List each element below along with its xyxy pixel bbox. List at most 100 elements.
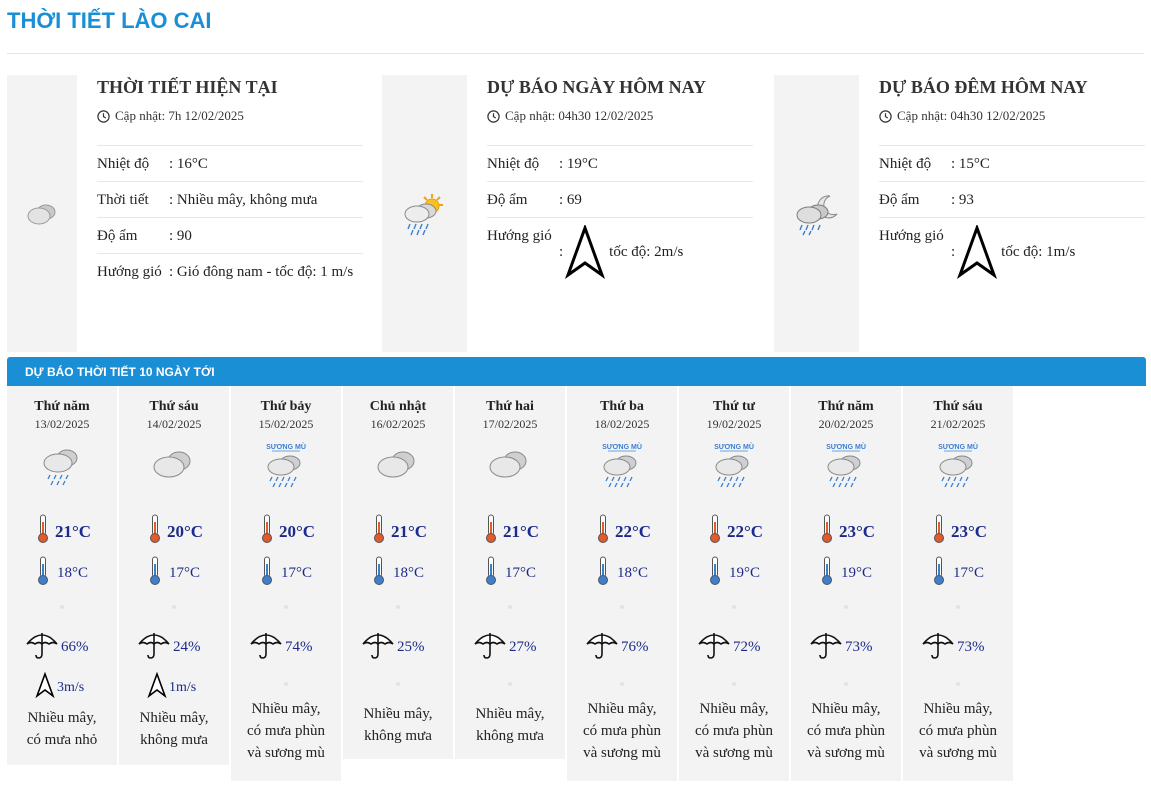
separator-dot	[284, 605, 288, 609]
max-temperature-value: 23°C	[839, 521, 876, 541]
day-name: Thứ sáu	[149, 399, 199, 414]
thermometer-low-icon	[709, 556, 721, 591]
max-temperature-value: 21°C	[391, 521, 428, 541]
row-label: Nhiệt độ	[97, 156, 150, 172]
weather-description: Nhiều mây, không mưa	[455, 703, 565, 747]
weather-description: Nhiều mây, không mưa	[343, 703, 453, 747]
today-rows: Nhiệt độ: 19°C Độ ẩm: 69 Hướng gió : tốc…	[487, 145, 753, 285]
separator-dot	[620, 682, 624, 686]
tonight-updated-text: Cập nhật: 04h30 12/02/2025	[897, 108, 1046, 123]
cloudy-icon	[27, 204, 56, 224]
description-line: có mưa phùn	[582, 723, 662, 739]
thermometer-high-icon	[261, 514, 273, 549]
max-temperature: 23°C	[933, 514, 987, 549]
description-line: không mưa	[476, 728, 544, 744]
day-date: 19/02/2025	[706, 417, 762, 431]
wind-direction-arrow-icon	[957, 225, 998, 279]
current-updated-text: Cập nhật: 7h 12/02/2025	[115, 108, 244, 123]
separator-dot	[508, 682, 512, 686]
row-value: : Nhiều mây, không mưa	[169, 192, 318, 208]
separator-dot	[956, 605, 960, 609]
moon-cloud-rain-icon	[796, 194, 837, 235]
forecast-day-column: Thứ năm 20/02/2025 SƯƠNG MÙ 23°C 19°C 73% Nhiề…	[791, 386, 902, 781]
max-temperature-value: 21°C	[503, 521, 540, 541]
separator-dot	[956, 682, 960, 686]
separator-dot	[60, 605, 64, 609]
svg-text:SƯƠNG MÙ: SƯƠNG MÙ	[714, 442, 754, 451]
rain-chance-value: 76%	[621, 639, 649, 655]
min-temperature: 17°C	[149, 556, 200, 591]
min-temperature-value: 17°C	[281, 565, 313, 581]
ten-day-forecast-grid: Thứ năm 13/02/2025 21°C 18°C 66% 3m/s Nhiều mâ…	[7, 386, 1015, 786]
max-temperature: 20°C	[149, 514, 203, 549]
title-divider	[7, 53, 1144, 54]
wind-speed-value: 1m/s	[169, 679, 197, 695]
min-temperature-value: 17°C	[169, 565, 201, 581]
forecast-day-column: Thứ hai 17/02/2025 21°C 17°C 27% Nhiều mây, kh…	[455, 386, 566, 759]
thermometer-high-icon	[821, 514, 833, 549]
max-temperature-value: 20°C	[279, 521, 316, 541]
min-temperature-value: 17°C	[505, 565, 537, 581]
max-temperature: 21°C	[373, 514, 427, 549]
description-line: Nhiều mây,	[27, 710, 97, 726]
rain-chance-value: 66%	[61, 639, 89, 655]
max-temperature: 20°C	[261, 514, 315, 549]
max-temperature-value: 23°C	[951, 521, 988, 541]
row-label: Nhiệt độ	[879, 156, 932, 172]
separator-dot	[508, 605, 512, 609]
cloudy-icon	[374, 442, 422, 493]
separator-dot	[732, 682, 736, 686]
description-line: có mưa phùn	[806, 723, 886, 739]
min-temperature: 18°C	[37, 556, 88, 591]
rain-chance: 73%	[809, 630, 873, 665]
row-label: Độ ẩm	[97, 228, 138, 244]
min-temperature-value: 18°C	[57, 565, 89, 581]
min-temperature: 18°C	[373, 556, 424, 591]
separator-dot	[620, 605, 624, 609]
max-temperature: 22°C	[709, 514, 763, 549]
today-forecast-card: DỰ BÁO NGÀY HÔM NAY Cập nhật: 04h30 12/0…	[382, 75, 762, 352]
description-line: Nhiều mây,	[363, 706, 433, 722]
day-name: Thứ hai	[486, 399, 534, 414]
description-line: và sương mù	[807, 745, 885, 761]
description-line: Nhiều mây,	[251, 701, 321, 717]
tonight-rows: Nhiệt độ: 15°C Độ ẩm: 93 Hướng gió : tốc…	[879, 145, 1145, 285]
cloud-rain-icon	[38, 442, 86, 493]
rain-chance-value: 73%	[957, 639, 985, 655]
wind-direction-arrow-icon	[565, 225, 606, 279]
max-temperature-value: 21°C	[55, 521, 92, 541]
rain-chance-value: 73%	[845, 639, 873, 655]
svg-text:SƯƠNG MÙ: SƯƠNG MÙ	[266, 442, 306, 451]
rain-chance-value: 27%	[509, 639, 537, 655]
rain-chance: 76%	[585, 630, 649, 665]
umbrella-icon	[585, 630, 619, 665]
tonight-forecast-card: DỰ BÁO ĐÊM HÔM NAY Cập nhật: 04h30 12/02…	[774, 75, 1146, 352]
description-line: Nhiều mây,	[475, 706, 545, 722]
max-temperature: 21°C	[485, 514, 539, 549]
wind-speed: tốc độ: 2m/s	[609, 244, 684, 260]
min-temperature: 19°C	[821, 556, 872, 591]
row-label: Nhiệt độ	[487, 156, 540, 172]
tonight-row-humidity: Độ ẩm: 93	[879, 181, 1145, 217]
row-label: Độ ẩm	[879, 192, 920, 208]
current-row-condition: Thời tiết: Nhiều mây, không mưa	[97, 181, 363, 217]
thermometer-low-icon	[261, 556, 273, 591]
day-date: 15/02/2025	[258, 417, 314, 431]
max-temperature-value: 20°C	[167, 521, 204, 541]
cloudy-icon	[486, 442, 534, 493]
forecast-day-column: Thứ bảy 15/02/2025 SƯƠNG MÙ 20°C 17°C 74% Nhiề…	[231, 386, 342, 781]
day-date: 14/02/2025	[146, 417, 202, 431]
separator-dot	[732, 605, 736, 609]
day-date: 20/02/2025	[818, 417, 874, 431]
description-line: Nhiều mây,	[811, 701, 881, 717]
rain-chance: 72%	[697, 630, 761, 665]
wind-speed: tốc độ: 1m/s	[1001, 244, 1076, 260]
current-row-humidity: Độ ẩm: 90	[97, 217, 363, 253]
forecast-day-column: Chủ nhật 16/02/2025 21°C 18°C 25% Nhiều mây, k…	[343, 386, 454, 759]
min-temperature: 19°C	[709, 556, 760, 591]
thermometer-low-icon	[597, 556, 609, 591]
current-title: THỜI TIẾT HIỆN TẠI	[97, 77, 278, 97]
svg-text:SƯƠNG MÙ: SƯƠNG MÙ	[826, 442, 866, 451]
umbrella-icon	[697, 630, 731, 665]
current-weather-card: THỜI TIẾT HIỆN TẠI Cập nhật: 7h 12/02/20…	[7, 75, 367, 352]
